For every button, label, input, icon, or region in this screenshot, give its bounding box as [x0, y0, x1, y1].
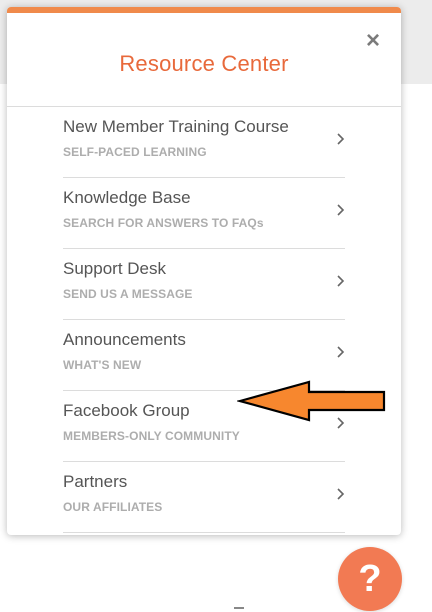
list-item-partners[interactable]: Partners OUR AFFILIATES: [63, 462, 345, 533]
list-item-subtitle: SELF-PACED LEARNING: [63, 145, 207, 159]
list-item-training-course[interactable]: New Member Training Course SELF-PACED LE…: [63, 107, 345, 178]
list-item-label: Partners: [63, 472, 128, 491]
list-item-knowledge-base[interactable]: Knowledge Base SEARCH FOR ANSWERS TO FAQ…: [63, 178, 345, 249]
list-item-subtitle: WHAT'S NEW: [63, 358, 142, 372]
list-item-support-desk[interactable]: Support Desk SEND US A MESSAGE: [63, 249, 345, 320]
list-item-label: Facebook Group: [63, 401, 190, 420]
resource-center-panel: Resource Center × New Member Training Co…: [7, 7, 401, 535]
list-item-subtitle: SEARCH FOR ANSWERS TO FAQs: [63, 216, 264, 230]
chevron-right-icon: [337, 488, 345, 500]
list-item-label: New Member Training Course: [63, 117, 289, 136]
chevron-right-icon: [337, 204, 345, 216]
bottom-mark: [234, 607, 244, 609]
question-mark-icon: ?: [358, 557, 382, 600]
chevron-right-icon: [337, 133, 345, 145]
panel-top-accent-bar: [7, 7, 401, 13]
list-item-subtitle: MEMBERS-ONLY COMMUNITY: [63, 429, 240, 443]
help-button[interactable]: ?: [338, 547, 402, 611]
chevron-right-icon: [337, 275, 345, 287]
panel-title: Resource Center: [119, 51, 289, 76]
chevron-right-icon: [337, 346, 345, 358]
list-item-subtitle: OUR AFFILIATES: [63, 500, 163, 514]
close-icon[interactable]: ×: [361, 29, 385, 53]
list-item-label: Support Desk: [63, 259, 166, 278]
resource-list: New Member Training Course SELF-PACED LE…: [63, 107, 345, 533]
list-item-label: Knowledge Base: [63, 188, 191, 207]
list-item-subtitle: SEND US A MESSAGE: [63, 287, 193, 301]
arrow-pointer-annotation: [237, 380, 386, 422]
list-item-label: Announcements: [63, 330, 186, 349]
